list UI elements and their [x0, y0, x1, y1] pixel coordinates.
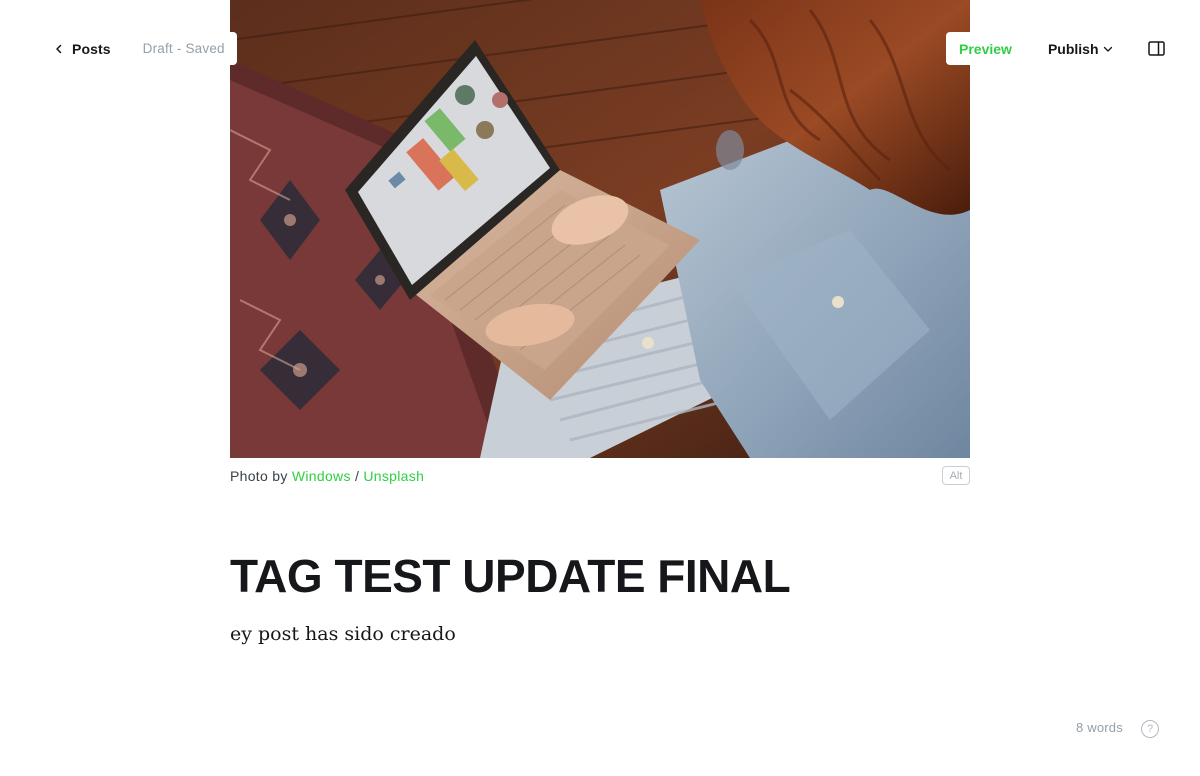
feature-image[interactable]: [230, 0, 970, 458]
help-button[interactable]: ?: [1141, 720, 1159, 738]
topbar-left: Posts Draft - Saved: [44, 32, 237, 65]
alt-text-button[interactable]: Alt: [942, 466, 970, 485]
publish-label: Publish: [1047, 40, 1099, 57]
word-count: 8 words: [1076, 720, 1123, 735]
post-body[interactable]: ey post has sido creado: [230, 620, 970, 648]
help-icon: ?: [1146, 723, 1154, 735]
chevron-down-icon: [1103, 41, 1113, 57]
caption-source-link[interactable]: Unsplash: [363, 468, 424, 484]
topbar-right: Preview Publish: [946, 32, 1174, 65]
caption-separator: /: [354, 468, 360, 484]
image-caption[interactable]: Photo by Windows / Unsplash: [230, 468, 970, 488]
caption-author-link[interactable]: Windows: [292, 468, 351, 484]
sidebar-panel-icon: [1148, 41, 1165, 56]
settings-sidebar-toggle[interactable]: [1148, 41, 1166, 57]
chevron-left-icon: [54, 41, 64, 57]
feature-photo: [230, 0, 970, 458]
save-status: Draft - Saved: [142, 41, 225, 56]
preview-button[interactable]: Preview: [959, 41, 1012, 57]
back-label: Posts: [72, 40, 111, 57]
back-to-posts-link[interactable]: Posts: [54, 41, 111, 57]
publish-button[interactable]: Publish: [1048, 41, 1113, 57]
caption-prefix: Photo by: [230, 468, 288, 484]
post-title[interactable]: TAG TEST UPDATE FINAL: [230, 548, 970, 604]
